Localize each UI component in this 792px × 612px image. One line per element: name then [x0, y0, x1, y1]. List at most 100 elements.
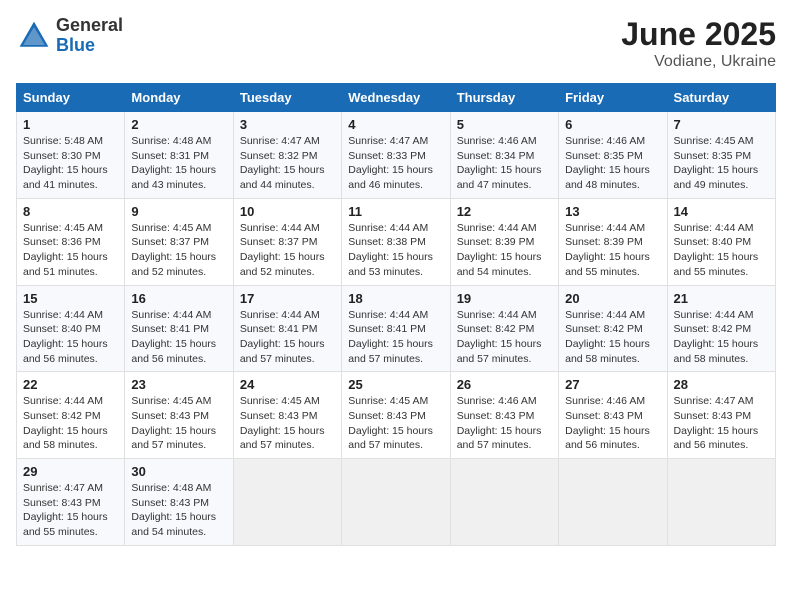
day-number: 22	[23, 377, 118, 392]
day-info: Sunrise: 4:45 AM Sunset: 8:43 PM Dayligh…	[348, 394, 443, 453]
day-info: Sunrise: 4:47 AM Sunset: 8:43 PM Dayligh…	[674, 394, 769, 453]
day-number: 7	[674, 117, 769, 132]
empty-cell	[667, 459, 775, 546]
day-info: Sunrise: 4:45 AM Sunset: 8:36 PM Dayligh…	[23, 221, 118, 280]
title-block: June 2025 Vodiane, Ukraine	[621, 16, 776, 71]
day-cell-28: 28 Sunrise: 4:47 AM Sunset: 8:43 PM Dayl…	[667, 372, 775, 459]
calendar-header-row: Sunday Monday Tuesday Wednesday Thursday…	[17, 84, 776, 112]
day-info: Sunrise: 4:47 AM Sunset: 8:43 PM Dayligh…	[23, 481, 118, 540]
day-number: 10	[240, 204, 335, 219]
day-info: Sunrise: 4:46 AM Sunset: 8:35 PM Dayligh…	[565, 134, 660, 193]
logo-blue: Blue	[56, 35, 95, 55]
day-cell-20: 20 Sunrise: 4:44 AM Sunset: 8:42 PM Dayl…	[559, 285, 667, 372]
day-cell-21: 21 Sunrise: 4:44 AM Sunset: 8:42 PM Dayl…	[667, 285, 775, 372]
day-number: 21	[674, 291, 769, 306]
day-number: 18	[348, 291, 443, 306]
day-number: 2	[131, 117, 226, 132]
day-info: Sunrise: 4:45 AM Sunset: 8:43 PM Dayligh…	[240, 394, 335, 453]
day-number: 27	[565, 377, 660, 392]
col-monday: Monday	[125, 84, 233, 112]
day-cell-25: 25 Sunrise: 4:45 AM Sunset: 8:43 PM Dayl…	[342, 372, 450, 459]
day-info: Sunrise: 4:44 AM Sunset: 8:41 PM Dayligh…	[240, 308, 335, 367]
logo-text: General Blue	[56, 16, 123, 56]
day-cell-11: 11 Sunrise: 4:44 AM Sunset: 8:38 PM Dayl…	[342, 198, 450, 285]
day-cell-14: 14 Sunrise: 4:44 AM Sunset: 8:40 PM Dayl…	[667, 198, 775, 285]
day-cell-27: 27 Sunrise: 4:46 AM Sunset: 8:43 PM Dayl…	[559, 372, 667, 459]
logo-icon	[16, 18, 52, 54]
day-cell-23: 23 Sunrise: 4:45 AM Sunset: 8:43 PM Dayl…	[125, 372, 233, 459]
day-info: Sunrise: 4:44 AM Sunset: 8:39 PM Dayligh…	[457, 221, 552, 280]
empty-cell	[342, 459, 450, 546]
day-number: 1	[23, 117, 118, 132]
day-number: 26	[457, 377, 552, 392]
day-cell-12: 12 Sunrise: 4:44 AM Sunset: 8:39 PM Dayl…	[450, 198, 558, 285]
day-info: Sunrise: 4:44 AM Sunset: 8:41 PM Dayligh…	[131, 308, 226, 367]
day-cell-1: 1 Sunrise: 5:48 AM Sunset: 8:30 PM Dayli…	[17, 112, 125, 199]
day-info: Sunrise: 4:45 AM Sunset: 8:37 PM Dayligh…	[131, 221, 226, 280]
day-info: Sunrise: 5:48 AM Sunset: 8:30 PM Dayligh…	[23, 134, 118, 193]
logo: General Blue	[16, 16, 123, 56]
day-info: Sunrise: 4:44 AM Sunset: 8:42 PM Dayligh…	[23, 394, 118, 453]
day-cell-18: 18 Sunrise: 4:44 AM Sunset: 8:41 PM Dayl…	[342, 285, 450, 372]
day-cell-4: 4 Sunrise: 4:47 AM Sunset: 8:33 PM Dayli…	[342, 112, 450, 199]
day-info: Sunrise: 4:45 AM Sunset: 8:43 PM Dayligh…	[131, 394, 226, 453]
day-info: Sunrise: 4:48 AM Sunset: 8:31 PM Dayligh…	[131, 134, 226, 193]
day-cell-7: 7 Sunrise: 4:45 AM Sunset: 8:35 PM Dayli…	[667, 112, 775, 199]
day-cell-13: 13 Sunrise: 4:44 AM Sunset: 8:39 PM Dayl…	[559, 198, 667, 285]
day-info: Sunrise: 4:47 AM Sunset: 8:33 PM Dayligh…	[348, 134, 443, 193]
col-wednesday: Wednesday	[342, 84, 450, 112]
calendar-week-1: 1 Sunrise: 5:48 AM Sunset: 8:30 PM Dayli…	[17, 112, 776, 199]
day-info: Sunrise: 4:44 AM Sunset: 8:42 PM Dayligh…	[674, 308, 769, 367]
day-cell-24: 24 Sunrise: 4:45 AM Sunset: 8:43 PM Dayl…	[233, 372, 341, 459]
day-cell-16: 16 Sunrise: 4:44 AM Sunset: 8:41 PM Dayl…	[125, 285, 233, 372]
day-number: 3	[240, 117, 335, 132]
day-cell-29: 29 Sunrise: 4:47 AM Sunset: 8:43 PM Dayl…	[17, 459, 125, 546]
day-number: 5	[457, 117, 552, 132]
day-number: 30	[131, 464, 226, 479]
day-cell-3: 3 Sunrise: 4:47 AM Sunset: 8:32 PM Dayli…	[233, 112, 341, 199]
day-number: 24	[240, 377, 335, 392]
col-thursday: Thursday	[450, 84, 558, 112]
day-cell-5: 5 Sunrise: 4:46 AM Sunset: 8:34 PM Dayli…	[450, 112, 558, 199]
day-number: 29	[23, 464, 118, 479]
day-number: 8	[23, 204, 118, 219]
day-info: Sunrise: 4:46 AM Sunset: 8:43 PM Dayligh…	[565, 394, 660, 453]
col-tuesday: Tuesday	[233, 84, 341, 112]
day-info: Sunrise: 4:44 AM Sunset: 8:40 PM Dayligh…	[674, 221, 769, 280]
day-cell-17: 17 Sunrise: 4:44 AM Sunset: 8:41 PM Dayl…	[233, 285, 341, 372]
day-number: 20	[565, 291, 660, 306]
col-saturday: Saturday	[667, 84, 775, 112]
logo-general: General	[56, 15, 123, 35]
day-number: 6	[565, 117, 660, 132]
calendar-week-2: 8 Sunrise: 4:45 AM Sunset: 8:36 PM Dayli…	[17, 198, 776, 285]
day-number: 12	[457, 204, 552, 219]
day-info: Sunrise: 4:44 AM Sunset: 8:40 PM Dayligh…	[23, 308, 118, 367]
day-cell-6: 6 Sunrise: 4:46 AM Sunset: 8:35 PM Dayli…	[559, 112, 667, 199]
day-number: 23	[131, 377, 226, 392]
day-number: 25	[348, 377, 443, 392]
page-header: General Blue June 2025 Vodiane, Ukraine	[16, 16, 776, 71]
day-info: Sunrise: 4:47 AM Sunset: 8:32 PM Dayligh…	[240, 134, 335, 193]
calendar-week-5: 29 Sunrise: 4:47 AM Sunset: 8:43 PM Dayl…	[17, 459, 776, 546]
col-friday: Friday	[559, 84, 667, 112]
day-cell-2: 2 Sunrise: 4:48 AM Sunset: 8:31 PM Dayli…	[125, 112, 233, 199]
day-info: Sunrise: 4:46 AM Sunset: 8:34 PM Dayligh…	[457, 134, 552, 193]
day-number: 11	[348, 204, 443, 219]
day-number: 4	[348, 117, 443, 132]
day-number: 28	[674, 377, 769, 392]
day-cell-10: 10 Sunrise: 4:44 AM Sunset: 8:37 PM Dayl…	[233, 198, 341, 285]
day-info: Sunrise: 4:46 AM Sunset: 8:43 PM Dayligh…	[457, 394, 552, 453]
day-cell-8: 8 Sunrise: 4:45 AM Sunset: 8:36 PM Dayli…	[17, 198, 125, 285]
day-number: 13	[565, 204, 660, 219]
day-cell-26: 26 Sunrise: 4:46 AM Sunset: 8:43 PM Dayl…	[450, 372, 558, 459]
day-cell-22: 22 Sunrise: 4:44 AM Sunset: 8:42 PM Dayl…	[17, 372, 125, 459]
calendar-week-3: 15 Sunrise: 4:44 AM Sunset: 8:40 PM Dayl…	[17, 285, 776, 372]
day-number: 16	[131, 291, 226, 306]
day-info: Sunrise: 4:44 AM Sunset: 8:39 PM Dayligh…	[565, 221, 660, 280]
calendar-subtitle: Vodiane, Ukraine	[621, 53, 776, 71]
calendar-table: Sunday Monday Tuesday Wednesday Thursday…	[16, 83, 776, 546]
day-info: Sunrise: 4:44 AM Sunset: 8:38 PM Dayligh…	[348, 221, 443, 280]
day-info: Sunrise: 4:44 AM Sunset: 8:42 PM Dayligh…	[457, 308, 552, 367]
day-info: Sunrise: 4:45 AM Sunset: 8:35 PM Dayligh…	[674, 134, 769, 193]
day-cell-30: 30 Sunrise: 4:48 AM Sunset: 8:43 PM Dayl…	[125, 459, 233, 546]
